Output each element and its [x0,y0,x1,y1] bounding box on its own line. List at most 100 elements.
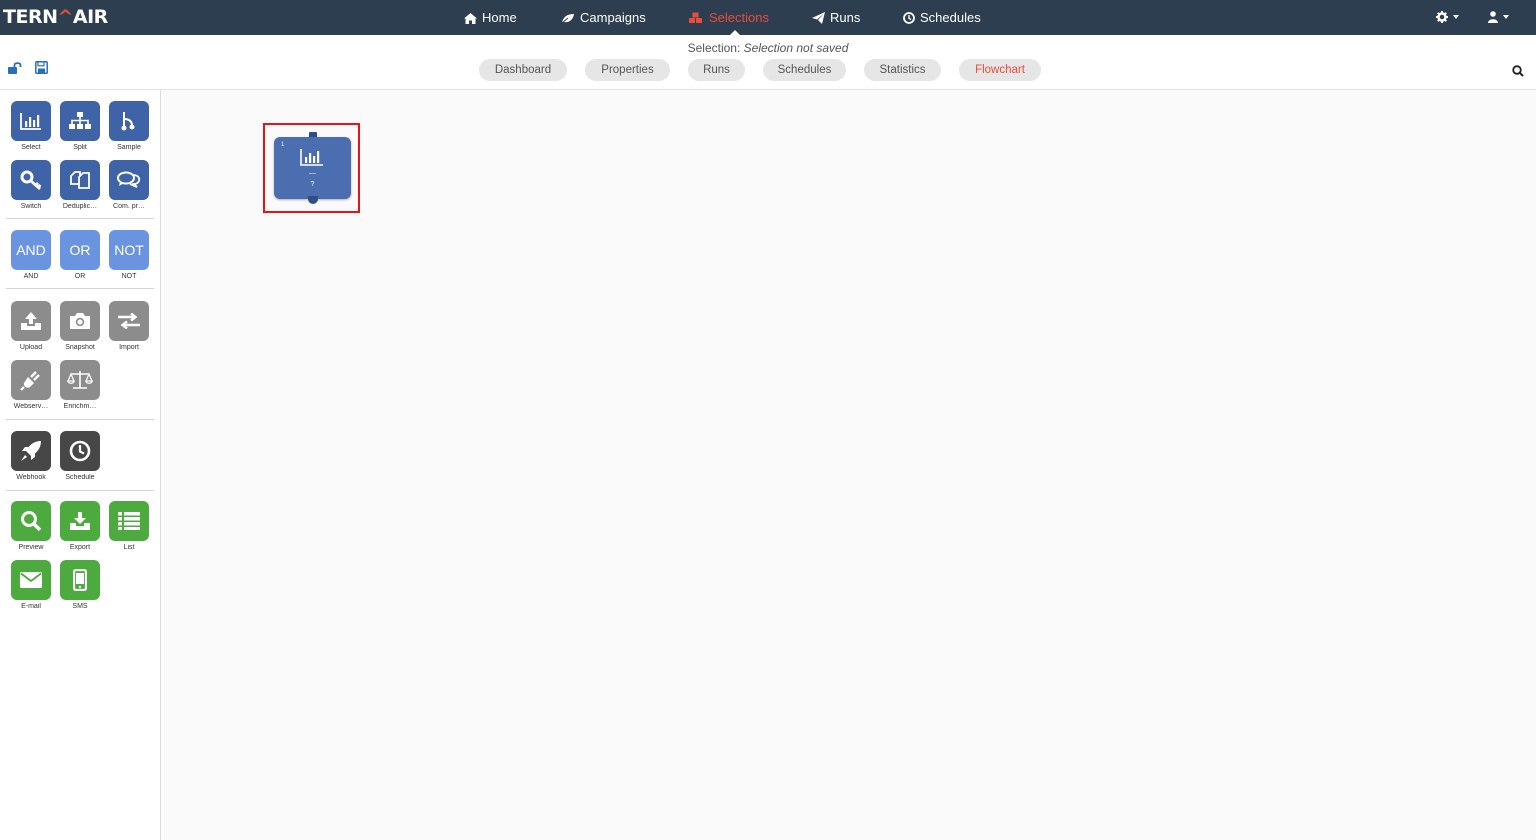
nav-selections[interactable]: Selections [688,0,769,35]
tool-select[interactable]: Select [11,101,51,151]
leaf-icon [561,14,574,24]
clock-icon [903,12,915,24]
tool-label: AND [23,273,39,280]
tab-dashboard[interactable]: Dashboard [479,59,567,81]
tool-label: Enrichm… [63,403,97,410]
palette-divider [6,288,154,289]
gear-icon [1436,11,1448,23]
tool-label: Snapshot [65,344,95,351]
comments-icon [117,171,141,188]
tool-label: E-mail [21,603,41,610]
tool-webservice[interactable]: Webserv… [11,360,51,410]
tool-label: Schedule [65,474,95,481]
not-text: NOT [109,230,149,270]
tool-sms[interactable]: SMS [60,560,100,610]
palette-divider [6,490,154,491]
tool-label: Com. pr… [113,203,145,210]
key-icon [20,170,42,190]
tool-preview[interactable]: Preview [11,501,51,551]
tool-or[interactable]: OR OR [60,230,100,280]
nav-home[interactable]: Home [464,0,517,35]
nav-campaigns[interactable]: Campaigns [561,0,646,35]
tool-webhook[interactable]: Webhook [11,431,51,481]
tool-label: Preview [18,544,44,551]
tab-flowchart[interactable]: Flowchart [959,59,1041,81]
tool-deduplicate[interactable]: Deduplic… [60,160,100,210]
tool-label: Deduplic… [62,203,98,210]
bar-chart-icon [20,113,41,130]
nav-runs[interactable]: Runs [812,0,860,35]
tool-label: Select [21,144,41,151]
tool-snapshot[interactable]: Snapshot [60,301,100,351]
or-text: OR [60,230,100,270]
tool-label: Webhook [16,474,46,481]
search-button[interactable] [1512,64,1524,82]
tool-label: OR [74,273,86,280]
palette-divider [6,218,154,219]
upload-icon [21,312,41,330]
user-menu[interactable] [1488,0,1509,35]
tool-email[interactable]: E-mail [11,560,51,610]
tool-palette: Select Split Sample Switch Deduplic… Com… [0,90,161,840]
list-icon [118,512,140,530]
cubes-icon [689,12,702,23]
clock-icon [69,440,91,462]
select-node[interactable]: 1 — ? [274,137,351,199]
tool-label: Switch [20,203,42,210]
node-number: 1 [281,142,285,148]
node-count: — [309,170,316,177]
download-icon [70,512,90,530]
exchange-icon [118,313,140,329]
palette-divider [6,419,154,420]
tab-statistics[interactable]: Statistics [864,59,941,81]
tab-schedules[interactable]: Schedules [763,59,846,81]
tool-split[interactable]: Split [60,101,100,151]
tool-not[interactable]: NOT NOT [109,230,149,280]
copy-icon [70,171,90,189]
selection-title: Selection: Selection not saved [0,41,1536,55]
tool-import[interactable]: Import [109,301,149,351]
tool-list[interactable]: List [109,501,149,551]
camera-icon [70,313,90,329]
mobile-icon [73,569,87,591]
tool-label: Export [69,544,91,551]
tool-com-preference[interactable]: Com. pr… [109,160,149,210]
tool-switch[interactable]: Switch [11,160,51,210]
tool-label: Split [73,144,87,151]
balance-scale-icon [67,371,93,389]
tab-properties[interactable]: Properties [585,59,670,81]
home-icon [464,13,477,24]
envelope-icon [20,572,42,588]
tool-schedule[interactable]: Schedule [60,431,100,481]
flowchart-canvas[interactable] [161,90,1536,840]
tool-export[interactable]: Export [60,501,100,551]
settings-menu[interactable] [1436,0,1459,35]
nav-runs-label: Runs [830,10,861,25]
plug-icon [20,371,40,391]
user-icon [1488,11,1498,23]
nav-schedules[interactable]: Schedules [903,0,981,35]
selection-header: Selection: Selection not saved Dashboard… [0,35,1536,90]
tool-sample[interactable]: Sample [109,101,149,151]
chevron-down-icon [1503,15,1509,19]
sitemap-icon [69,112,91,129]
selection-tabs: Dashboard Properties Runs Schedules Stat… [0,59,1536,81]
tab-runs[interactable]: Runs [688,59,745,81]
tool-and[interactable]: AND AND [11,230,51,280]
chevron-down-icon [1453,15,1459,19]
tool-label: Upload [19,344,43,351]
nav-selections-label: Selections [709,10,769,25]
tool-enrichment[interactable]: Enrichm… [60,360,100,410]
bar-chart-icon [300,148,324,171]
selection-prefix: Selection: [687,41,741,55]
tool-upload[interactable]: Upload [11,301,51,351]
search-icon [1512,65,1524,77]
tool-label: Import [119,344,139,351]
tool-label: Sample [117,144,141,151]
tool-label: List [123,544,135,551]
node-status: ? [310,181,315,188]
tool-label: SMS [72,603,88,610]
search-icon [21,511,42,532]
selection-name: Selection not saved [743,41,849,55]
rocket-icon [21,441,41,461]
